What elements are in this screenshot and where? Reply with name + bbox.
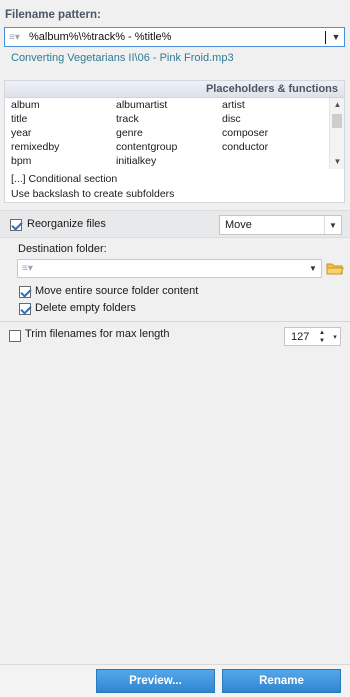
placeholder-item[interactable]: album (11, 99, 116, 113)
filename-pattern-value[interactable]: %album%\%track% - %title% (27, 31, 324, 43)
reorganize-panel: Reorganize files Move ▼ (0, 210, 350, 238)
move-entire-folder-label[interactable]: Move entire source folder content (35, 285, 198, 297)
scroll-thumb[interactable] (332, 114, 342, 128)
placeholders-panel: Placeholders & functions album albumarti… (4, 80, 345, 203)
delete-empty-folders-label[interactable]: Delete empty folders (35, 302, 136, 314)
placeholder-item[interactable]: year (11, 127, 116, 141)
placeholder-item[interactable]: genre (116, 127, 222, 141)
token-menu-icon[interactable]: ≡▾ (5, 32, 27, 43)
chevron-down-icon[interactable]: ▼ (305, 264, 321, 273)
rename-button[interactable]: Rename (222, 669, 341, 693)
spin-up-icon[interactable]: ▲ (316, 329, 328, 337)
placeholder-item[interactable]: disc (222, 113, 322, 127)
filename-pattern-label: Filename pattern: (5, 9, 101, 21)
placeholders-header: Placeholders & functions (5, 81, 344, 98)
backslash-note: Use backslash to create subfolders (11, 188, 175, 200)
scroll-down-icon[interactable]: ▼ (330, 155, 345, 169)
placeholders-scrollbar[interactable]: ▲ ▼ (329, 98, 344, 169)
placeholder-item[interactable]: artist (222, 99, 322, 113)
spinner-arrows[interactable]: ▲ ▼ (316, 329, 328, 345)
trim-filenames-label[interactable]: Trim filenames for max length (25, 328, 169, 340)
max-length-spinner[interactable]: 127 ▲ ▼ ▾ (284, 327, 341, 346)
filename-pattern-input[interactable]: ≡▾ %album%\%track% - %title% ▼ (4, 27, 345, 47)
token-menu-icon[interactable]: ≡▾ (18, 263, 40, 274)
spin-down-icon[interactable]: ▼ (316, 337, 328, 345)
reorganize-checkbox[interactable] (10, 219, 22, 231)
placeholder-item[interactable]: albumartist (116, 99, 222, 113)
conditional-section-note: [...] Conditional section (11, 173, 118, 185)
chevron-down-icon[interactable]: ▼ (324, 216, 341, 234)
scroll-up-icon[interactable]: ▲ (330, 98, 345, 112)
delete-empty-folders-checkbox[interactable] (19, 303, 31, 315)
destination-folder-label: Destination folder: (18, 243, 107, 255)
preview-button[interactable]: Preview... (96, 669, 215, 693)
max-length-value[interactable]: 127 (285, 331, 316, 343)
placeholder-item[interactable]: contentgroup (116, 141, 222, 155)
chevron-down-icon[interactable]: ▼ (328, 32, 344, 42)
divider (0, 321, 350, 322)
preview-path: Converting Vegetarians II\06 - Pink Froi… (11, 52, 234, 64)
move-entire-folder-checkbox[interactable] (19, 286, 31, 298)
placeholder-item[interactable]: remixedby (11, 141, 116, 155)
placeholder-item[interactable]: track (116, 113, 222, 127)
placeholder-item[interactable]: title (11, 113, 116, 127)
trim-filenames-checkbox[interactable] (9, 330, 21, 342)
destination-folder-input[interactable]: ≡▾ ▼ (17, 259, 322, 278)
reorganize-label[interactable]: Reorganize files (27, 218, 106, 230)
chevron-down-icon[interactable]: ▾ (330, 333, 340, 341)
browse-folder-icon[interactable] (326, 260, 344, 277)
placeholders-list: album albumartist artist title track dis… (11, 99, 331, 169)
placeholder-item[interactable]: initialkey (116, 155, 222, 169)
placeholder-item[interactable]: composer (222, 127, 322, 141)
reorganize-mode-select[interactable]: Move ▼ (219, 215, 342, 235)
placeholder-item[interactable]: bpm (11, 155, 116, 169)
placeholder-item[interactable]: conductor (222, 141, 322, 155)
reorganize-mode-value[interactable]: Move (220, 219, 324, 231)
